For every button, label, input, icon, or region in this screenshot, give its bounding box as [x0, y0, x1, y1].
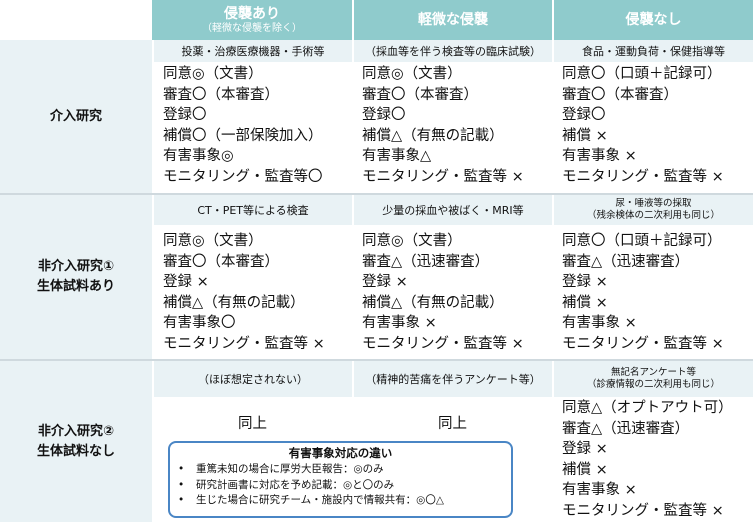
example-row2-col3-line2: （残余検体の二次利用も同じ） — [586, 210, 720, 221]
example-row3-col3-line1: 無記名アンケート等 — [610, 367, 697, 378]
item-adverse-event: 有害事象◎ — [163, 148, 234, 165]
item-registration: 登録〇 — [562, 107, 606, 124]
item-consent: 同意〇（口頭＋記録可） — [562, 233, 722, 249]
example-row1-col3-text: 食品・運動負荷・保健指導等 — [582, 44, 725, 58]
item-compensation: 補償 × — [562, 294, 608, 311]
item-consent: 同意〇（口頭＋記録可） — [562, 66, 722, 82]
bullet-icon: • — [178, 494, 185, 506]
adverse-event-note-box: 有害事象対応の違い • 重篤未知の場合に厚労大臣報告：◎のみ • 研究計画書に対応を… — [168, 441, 513, 518]
example-row2-col1-text: CT・PET等による検査 — [197, 203, 309, 217]
example-row1-col1-text: 投薬・治療医療機器・手術等 — [181, 44, 325, 58]
bullet-icon: • — [178, 463, 185, 475]
item-review: 審査△（迅速審査） — [562, 420, 690, 437]
item-consent: 同意◎（文書） — [362, 66, 462, 82]
item-review: 審査〇（本審査） — [562, 86, 678, 103]
example-row3-col1-text: （ほぼ想定されない） — [198, 372, 308, 386]
row-label-obs2-line2: 生体試料なし — [36, 443, 115, 459]
example-row1-col2-text: （採血等を伴う検査等の臨床試験） — [365, 44, 541, 58]
example-row1-col2: （採血等を伴う検査等の臨床試験） — [354, 40, 552, 62]
example-row3-col2-text: （精神的苦痛を伴うアンケート等） — [365, 372, 541, 386]
note-item-text: 生じた場合に研究チーム・施設内で情報共有：◎〇△ — [196, 494, 444, 506]
item-compensation: 補償 × — [562, 461, 608, 478]
item-compensation: 補償△（有無の記載） — [362, 127, 504, 144]
item-consent: 同意◎（文書） — [362, 233, 462, 249]
example-row2-col2-text: 少量の採血や被ばく・MRI等 — [382, 203, 524, 217]
research-classification-table: 侵襲あり （軽微な侵襲を除く） 軽微な侵襲 侵襲なし 介入研究 投薬・治療医療機… — [0, 0, 753, 522]
example-row1-col3: 食品・運動負荷・保健指導等 — [554, 40, 753, 62]
item-review: 審査△（迅速審査） — [562, 253, 690, 270]
note-item: • 重篤未知の場合に厚労大臣報告：◎のみ — [178, 462, 511, 478]
note-title: 有害事象対応の違い — [288, 446, 393, 460]
header-invasive: 侵襲あり （軽微な侵襲を除く） — [152, 0, 352, 40]
item-review: 審査〇（本審査） — [163, 253, 279, 270]
example-row1-col1: 投薬・治療医療機器・手術等 — [154, 40, 352, 62]
cell-row1-col3: 同意〇（口頭＋記録可） 審査〇（本審査） 登録〇 補償 × 有害事象 × モニタ… — [562, 64, 724, 188]
row-label-obs1-line1: 非介入研究① — [37, 259, 114, 274]
item-review: 審査〇（本審査） — [362, 86, 478, 103]
item-compensation: 補償 × — [562, 127, 608, 144]
row-label-observational-with-samples: 非介入研究① 生体試料あり — [0, 195, 152, 359]
item-review: 審査〇（本審査） — [163, 86, 279, 103]
example-row3-col1: （ほぼ想定されない） — [154, 361, 352, 397]
example-row3-col3-line2: （診療情報の二次利用も同じ） — [586, 379, 720, 390]
item-consent: 同意◎（文書） — [163, 66, 263, 82]
item-adverse-event: 有害事象 × — [562, 482, 637, 499]
cell-row3-col3: 同意△（オプトアウト可） 審査△（迅速審査） 登録 × 補償 × 有害事象 × … — [562, 398, 733, 522]
header-minor-invasive: 軽微な侵襲 — [354, 0, 552, 40]
note-item: • 研究計画書に対応を予め記載：◎と〇のみ — [178, 478, 511, 494]
example-row3-col3: 無記名アンケート等 （診療情報の二次利用も同じ） — [554, 361, 753, 397]
item-registration: 登録 × — [562, 441, 608, 458]
item-adverse-event: 有害事象 × — [562, 148, 637, 165]
row-label-obs1-line2: 生体試料あり — [36, 279, 115, 294]
row-label-interventional: 介入研究 — [0, 40, 152, 193]
example-row2-col3-line1: 尿・唾液等の採取 — [615, 198, 692, 209]
item-compensation: 補償〇（一部保険加入） — [163, 127, 323, 144]
row-label-interventional-line1: 介入研究 — [49, 108, 102, 124]
header-invasive-title: 侵襲あり — [224, 5, 280, 22]
header-non-invasive: 侵襲なし — [554, 0, 753, 40]
item-consent: 同意◎（文書） — [163, 233, 263, 249]
note-list: • 重篤未知の場合に厚労大臣報告：◎のみ • 研究計画書に対応を予め記載：◎と〇のみ… — [170, 462, 511, 509]
same-as-above-col2: 同上 — [438, 416, 467, 432]
note-item: • 生じた場合に研究チーム・施設内で情報共有：◎〇△ — [178, 493, 511, 509]
item-registration: 登録 × — [163, 274, 209, 291]
item-monitoring: モニタリング・監査等 × — [562, 502, 724, 519]
item-adverse-event: 有害事象 × — [362, 315, 437, 332]
item-compensation: 補償△（有無の記載） — [362, 294, 504, 311]
item-monitoring: モニタリング・監査等 × — [163, 335, 325, 352]
note-item-text: 重篤未知の場合に厚労大臣報告：◎のみ — [196, 463, 384, 475]
item-consent: 同意△（オプトアウト可） — [562, 400, 733, 416]
header-invasive-subtitle: （軽微な侵襲を除く） — [202, 22, 302, 34]
bullet-icon: • — [178, 478, 185, 491]
item-adverse-event: 有害事象 × — [562, 315, 637, 332]
item-registration: 登録 × — [562, 274, 608, 291]
item-adverse-event: 有害事象〇 — [163, 315, 236, 332]
same-as-above-col1: 同上 — [238, 416, 267, 432]
item-monitoring: モニタリング・監査等 × — [362, 168, 524, 185]
header-non-invasive-title: 侵襲なし — [625, 11, 682, 28]
item-registration: 登録〇 — [163, 107, 207, 124]
cell-row2-col2: 同意◎（文書） 審査△（迅速審査） 登録 × 補償△（有無の記載） 有害事象 ×… — [362, 231, 524, 355]
cell-row2-col3: 同意〇（口頭＋記録可） 審査△（迅速審査） 登録 × 補償 × 有害事象 × モ… — [562, 231, 724, 355]
item-registration: 登録 × — [362, 274, 408, 291]
header-minor-invasive-title: 軽微な侵襲 — [418, 11, 488, 28]
example-row2-col1: CT・PET等による検査 — [154, 195, 352, 225]
cell-row1-col1: 同意◎（文書） 審査〇（本審査） 登録〇 補償〇（一部保険加入） 有害事象◎ モ… — [163, 64, 323, 188]
item-registration: 登録〇 — [362, 107, 406, 124]
example-row2-col2: 少量の採血や被ばく・MRI等 — [354, 195, 552, 225]
example-row3-col2: （精神的苦痛を伴うアンケート等） — [354, 361, 552, 397]
item-review: 審査△（迅速審査） — [362, 253, 490, 270]
item-monitoring: モニタリング・監査等〇 — [163, 168, 323, 185]
cell-row2-col1: 同意◎（文書） 審査〇（本審査） 登録 × 補償△（有無の記載） 有害事象〇 モ… — [163, 231, 325, 355]
item-monitoring: モニタリング・監査等 × — [562, 335, 724, 352]
item-adverse-event: 有害事象△ — [362, 148, 432, 165]
item-monitoring: モニタリング・監査等 × — [562, 168, 724, 185]
item-monitoring: モニタリング・監査等 × — [362, 335, 524, 352]
row-label-observational-without-samples: 非介入研究② 生体試料なし — [0, 361, 152, 522]
item-compensation: 補償△（有無の記載） — [163, 294, 305, 311]
row-label-obs2-line1: 非介入研究② — [37, 423, 114, 439]
note-item-text: 研究計画書に対応を予め記載：◎と〇のみ — [196, 478, 395, 491]
example-row2-col3: 尿・唾液等の採取 （残余検体の二次利用も同じ） — [554, 195, 753, 225]
cell-row1-col2: 同意◎（文書） 審査〇（本審査） 登録〇 補償△（有無の記載） 有害事象△ モニ… — [362, 64, 524, 188]
